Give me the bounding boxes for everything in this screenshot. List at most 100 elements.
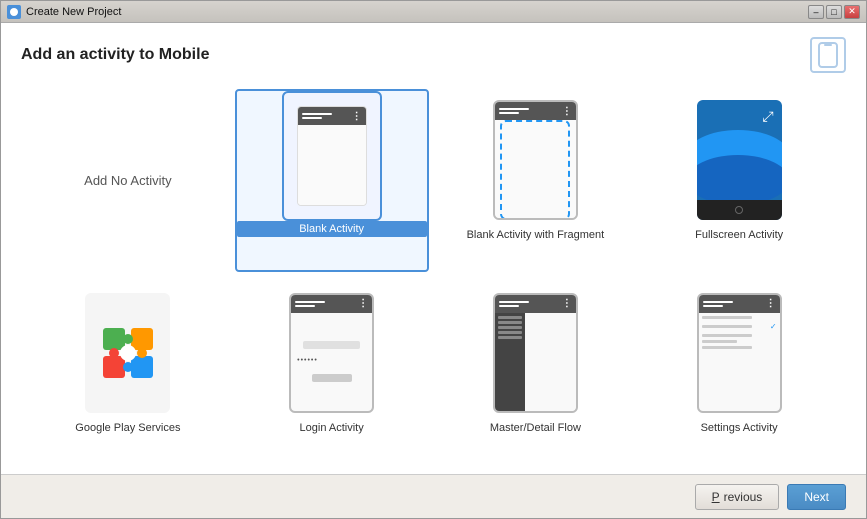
- login-line-2: [295, 305, 315, 307]
- settings-line-b: [702, 325, 752, 328]
- settings-row-5: [702, 346, 777, 349]
- blank-body: [298, 125, 366, 205]
- google-play-label: Google Play Services: [75, 422, 180, 434]
- activity-grid: Add No Activity ⋮: [21, 89, 846, 464]
- activity-card-blank[interactable]: ⋮ Blank Activity: [235, 89, 429, 272]
- window-controls: – □ ✕: [808, 5, 860, 19]
- blank-activity-label: Blank Activity: [237, 221, 427, 237]
- google-play-thumbnail: [37, 288, 219, 418]
- master-split-area: [495, 313, 576, 411]
- blank-phone-inner: ⋮: [297, 106, 367, 206]
- settings-line-a: [702, 316, 752, 319]
- no-activity-label: Add No Activity: [84, 173, 171, 188]
- blank-menu-dots: ⋮: [352, 111, 362, 122]
- master-right-panel: [525, 313, 576, 411]
- login-button-mock: [312, 374, 352, 382]
- home-button-circle: [735, 206, 743, 214]
- login-username-field: [303, 341, 360, 349]
- window-title: Create New Project: [26, 6, 808, 18]
- next-button[interactable]: Next: [787, 484, 846, 510]
- settings-line-e: [702, 346, 752, 349]
- expand-icon: ⤢: [762, 108, 773, 125]
- settings-row-1: [702, 316, 777, 319]
- login-lines: [295, 301, 356, 307]
- fullscreen-navbar: [697, 200, 782, 220]
- previous-label-p: P: [712, 490, 720, 504]
- maximize-button[interactable]: □: [826, 5, 842, 19]
- activity-card-settings[interactable]: ⋮ ✓: [642, 282, 836, 465]
- window-icon: [7, 5, 21, 19]
- login-line-1: [295, 301, 325, 303]
- settings-thumbnail: ⋮ ✓: [648, 288, 830, 418]
- fullscreen-thumbnail: ⤢: [648, 95, 830, 225]
- login-body: ••••••: [291, 313, 372, 411]
- blank-top-bar: ⋮: [298, 107, 366, 125]
- blank-top-lines: [302, 113, 350, 119]
- master-item-5: [498, 336, 522, 339]
- settings-row-3: [702, 334, 777, 337]
- settings-lines: [703, 301, 764, 307]
- settings-checkmark: ✓: [770, 322, 777, 331]
- blank-fragment-label: Blank Activity with Fragment: [467, 229, 605, 241]
- login-phone: ⋮ ••••••: [289, 293, 374, 413]
- close-button[interactable]: ✕: [844, 5, 860, 19]
- main-window: Create New Project – □ ✕ Add an activity…: [0, 0, 867, 519]
- login-top-bar: ⋮: [291, 295, 372, 313]
- page-header: Add an activity to Mobile: [21, 37, 846, 73]
- settings-line-d: [702, 340, 737, 343]
- fullscreen-label: Fullscreen Activity: [695, 229, 783, 241]
- activity-card-blank-fragment[interactable]: ⋮ Blank Activity with Fragment: [439, 89, 633, 272]
- minimize-button[interactable]: –: [808, 5, 824, 19]
- login-dots: ⋮: [358, 298, 368, 309]
- bottom-bar: Previous Next: [1, 474, 866, 518]
- blank-fragment-thumbnail: ⋮: [445, 95, 627, 225]
- master-dots: ⋮: [562, 298, 572, 309]
- settings-line-2: [703, 305, 723, 307]
- login-password-field: ••••••: [297, 357, 366, 364]
- master-line-1: [499, 301, 529, 303]
- phone-line-2: [302, 117, 322, 119]
- fragment-body: [495, 120, 576, 220]
- login-label: Login Activity: [300, 422, 364, 434]
- activity-card-login[interactable]: ⋮ •••••• Login Activity: [235, 282, 429, 465]
- master-item-4: [498, 331, 522, 334]
- settings-dots: ⋮: [766, 298, 776, 309]
- master-detail-label: Master/Detail Flow: [490, 422, 581, 434]
- master-item-2: [498, 321, 522, 324]
- settings-row-4: [702, 340, 777, 343]
- master-item-1: [498, 316, 522, 319]
- previous-button[interactable]: Previous: [695, 484, 780, 510]
- master-item-3: [498, 326, 522, 329]
- master-top-bar: ⋮: [495, 295, 576, 313]
- fragment-line-1: [499, 108, 529, 110]
- previous-label-rest: revious: [724, 490, 763, 504]
- page-title: Add an activity to Mobile: [21, 46, 209, 64]
- fragment-top-bar: ⋮: [495, 102, 576, 120]
- settings-phone: ⋮ ✓: [697, 293, 782, 413]
- settings-line-1: [703, 301, 733, 303]
- master-line-2: [499, 305, 519, 307]
- next-label: Next: [804, 490, 829, 504]
- phone-icon-top: [810, 37, 846, 73]
- blank-fragment-phone: ⋮: [493, 100, 578, 220]
- activity-card-google-play[interactable]: Google Play Services: [31, 282, 225, 465]
- settings-top-bar: ⋮: [699, 295, 780, 313]
- fullscreen-wave2: [697, 155, 782, 205]
- play-puzzle-icon: [98, 323, 158, 383]
- activity-card-master-detail[interactable]: ⋮ M: [439, 282, 633, 465]
- settings-rows: ✓: [699, 313, 780, 411]
- title-bar: Create New Project – □ ✕: [1, 1, 866, 23]
- settings-row-2: ✓: [702, 322, 777, 331]
- fragment-lines: [499, 108, 560, 114]
- phone-line-1: [302, 113, 332, 115]
- fragment-dots: ⋮: [562, 106, 572, 117]
- master-left-panel: [495, 313, 525, 411]
- blank-phone-thumbnail: ⋮: [282, 91, 382, 221]
- fullscreen-phone: ⤢: [697, 100, 782, 220]
- google-play-phone: [85, 293, 170, 413]
- activity-card-no-activity[interactable]: Add No Activity: [31, 89, 225, 272]
- login-thumbnail: ⋮ ••••••: [241, 288, 423, 418]
- settings-label: Settings Activity: [701, 422, 778, 434]
- settings-line-c: [702, 334, 752, 337]
- activity-card-fullscreen[interactable]: ⤢ Fullscreen Activity: [642, 89, 836, 272]
